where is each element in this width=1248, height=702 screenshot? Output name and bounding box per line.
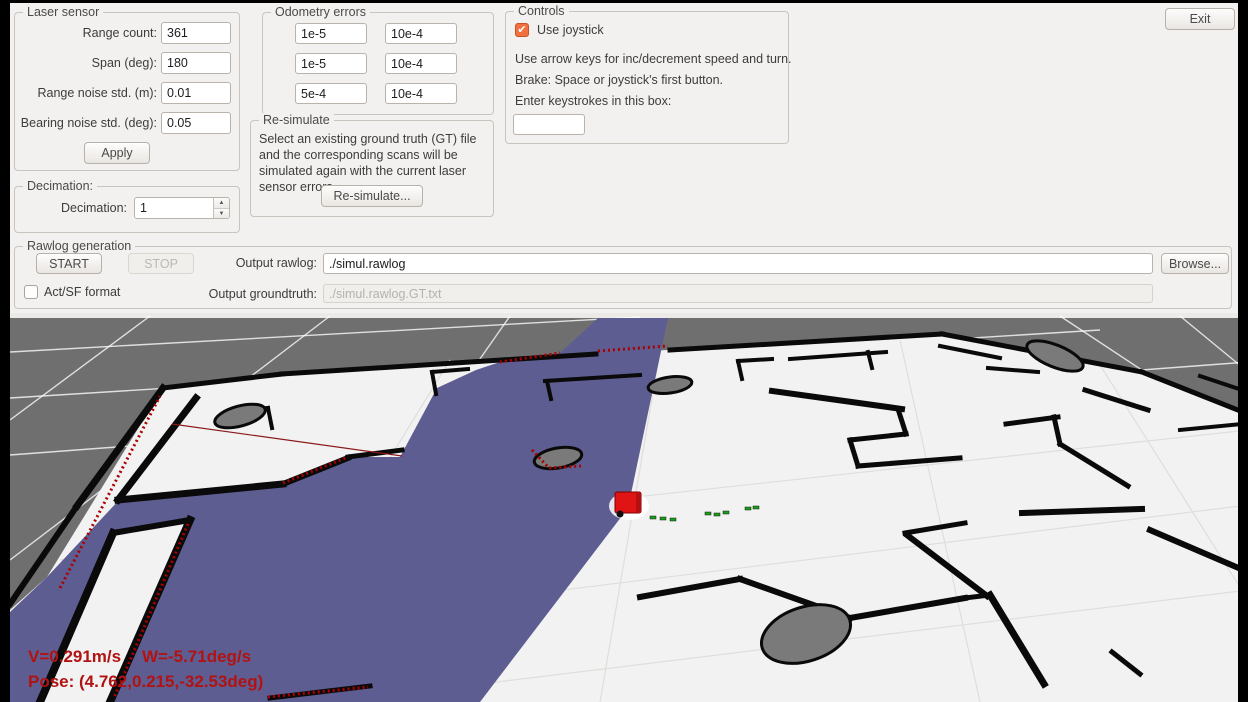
decimation-spin-up[interactable]: ▲ xyxy=(213,198,229,208)
odom-error-input-11[interactable] xyxy=(385,53,457,74)
odom-error-input-00[interactable] xyxy=(295,23,367,44)
start-button[interactable]: START xyxy=(36,253,102,274)
browse-button[interactable]: Browse... xyxy=(1161,253,1229,274)
odom-error-input-20[interactable] xyxy=(295,83,367,104)
decimation-title: Decimation: xyxy=(23,179,97,193)
angular-velocity-status-text: W=-5.71deg/s xyxy=(142,647,251,666)
odometry-errors-group: Odometry errors xyxy=(262,12,494,115)
stop-button[interactable]: STOP xyxy=(128,253,194,274)
bearing-noise-input[interactable] xyxy=(161,112,231,134)
rawlog-generation-group: Rawlog generation START STOP Output rawl… xyxy=(14,246,1232,309)
apply-button[interactable]: Apply xyxy=(84,142,150,164)
range-noise-input[interactable] xyxy=(161,82,231,104)
output-rawlog-label: Output rawlog: xyxy=(191,253,317,274)
resimulate-group: Re-simulate Select an existing ground tr… xyxy=(250,120,494,217)
output-rawlog-input[interactable] xyxy=(323,253,1153,274)
decimation-group: Decimation: Decimation: ▲ ▼ xyxy=(14,186,240,233)
actsf-format-label: Act/SF format xyxy=(44,285,120,299)
span-label: Span (deg): xyxy=(15,52,157,74)
resimulate-title: Re-simulate xyxy=(259,113,334,127)
range-count-label: Range count: xyxy=(15,22,157,44)
laser-sensor-title: Laser sensor xyxy=(23,5,103,19)
controls-help-line2: Brake: Space or joystick's first button. xyxy=(515,73,723,87)
span-input[interactable] xyxy=(161,52,231,74)
laser-sensor-group: Laser sensor Range count: Span (deg): Ra… xyxy=(14,12,240,171)
range-noise-label: Range noise std. (m): xyxy=(15,82,157,104)
velocity-status-text: V=0.291m/s xyxy=(28,647,121,666)
odom-error-input-21[interactable] xyxy=(385,83,457,104)
pose-status-text: Pose: (4.762,0.215,-32.53deg) xyxy=(28,672,263,691)
range-count-input[interactable] xyxy=(161,22,231,44)
bearing-noise-label: Bearing noise std. (deg): xyxy=(15,112,157,134)
3d-scene[interactable]: V=0.291m/s W=-5.71deg/s Pose: (4.762,0.2… xyxy=(10,313,1238,702)
odom-error-input-10[interactable] xyxy=(295,53,367,74)
odometry-errors-title: Odometry errors xyxy=(271,5,370,19)
resimulate-button[interactable]: Re-simulate... xyxy=(321,185,423,207)
controls-group: Controls ✔ Use joystick Use arrow keys f… xyxy=(505,11,789,144)
actsf-format-checkbox[interactable] xyxy=(24,285,38,299)
output-groundtruth-input xyxy=(323,284,1153,303)
controls-title: Controls xyxy=(514,4,569,18)
robot xyxy=(609,492,649,520)
odom-error-input-01[interactable] xyxy=(385,23,457,44)
decimation-label: Decimation: xyxy=(15,197,127,219)
rawlog-generation-title: Rawlog generation xyxy=(23,239,135,253)
exit-button[interactable]: Exit xyxy=(1165,8,1235,30)
controls-help-line1: Use arrow keys for inc/decrement speed a… xyxy=(515,52,792,66)
use-joystick-checkbox[interactable]: ✔ xyxy=(515,23,529,37)
controls-help-line3: Enter keystrokes in this box: xyxy=(515,94,671,108)
decimation-spin-down[interactable]: ▼ xyxy=(213,208,229,218)
simulation-viewport[interactable]: V=0.291m/s W=-5.71deg/s Pose: (4.762,0.2… xyxy=(10,313,1238,702)
use-joystick-label: Use joystick xyxy=(537,23,604,37)
keystroke-input[interactable] xyxy=(513,114,585,135)
output-groundtruth-label: Output groundtruth: xyxy=(171,284,317,304)
simulator-window: Exit Laser sensor Range count: Span (deg… xyxy=(10,3,1238,702)
